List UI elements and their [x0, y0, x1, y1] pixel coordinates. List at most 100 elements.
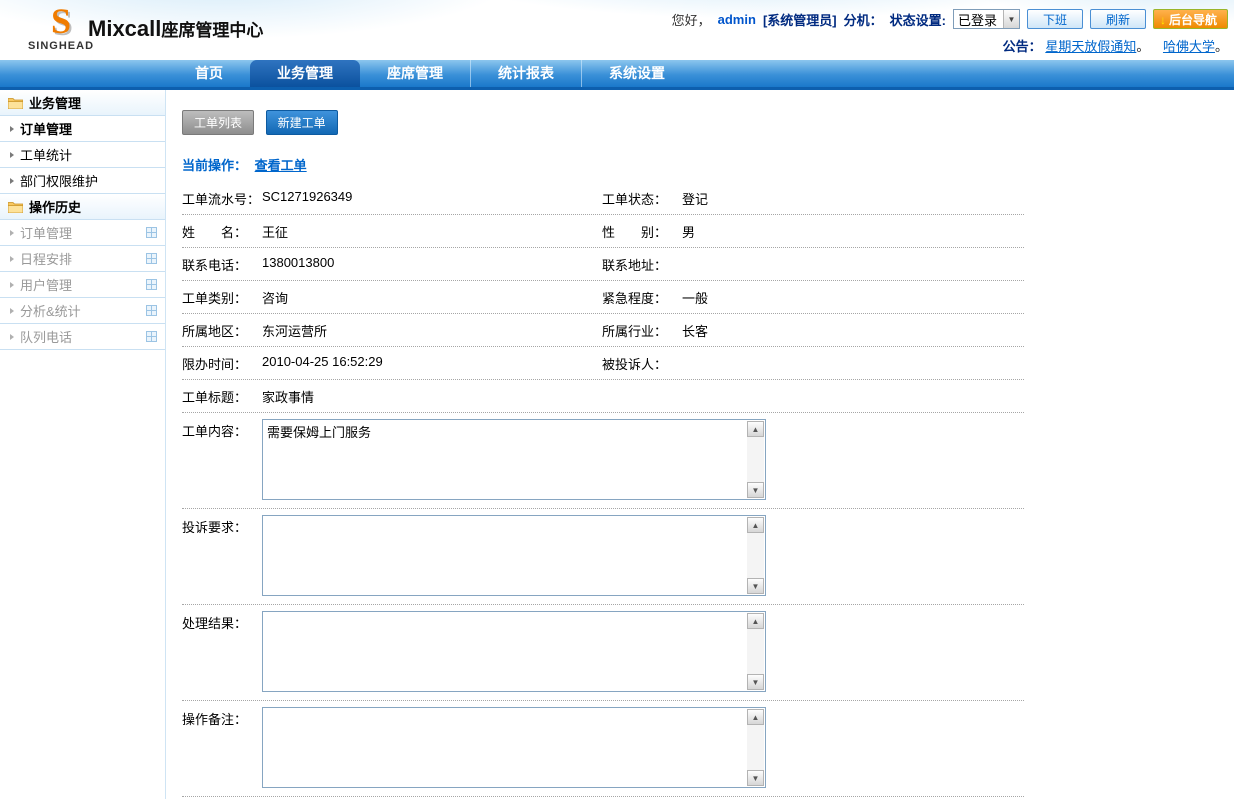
content-textarea[interactable]: 需要保姆上门服务 ▲ ▼: [262, 419, 766, 500]
status-dropdown[interactable]: 已登录 ▼: [953, 9, 1020, 29]
scroll-down-icon[interactable]: ▼: [747, 482, 764, 498]
announcement-label: 公告：: [1003, 39, 1042, 54]
result-textarea[interactable]: ▲ ▼: [262, 611, 766, 692]
sidebar-item-user-management[interactable]: 用户管理: [0, 272, 165, 298]
folder-icon: [8, 201, 23, 213]
status-dropdown-value: 已登录: [958, 10, 997, 29]
form-row-deadline-complainee: 限办时间：2010-04-25 16:52:29 被投诉人：: [182, 347, 1024, 380]
main-nav: 首页 业务管理 座席管理 统计报表 系统设置: [0, 60, 1234, 90]
announcement-bar: 公告： 星期天放假通知。 哈佛大学。: [672, 36, 1228, 54]
tab-statistics-reports[interactable]: 统计报表: [470, 60, 581, 87]
header: S SINGHEAD Mixcall座席管理中心 您好， admin [系统管理…: [0, 0, 1234, 60]
sidebar-section-business[interactable]: 业务管理: [0, 90, 165, 116]
offwork-button[interactable]: 下班: [1027, 9, 1083, 29]
sidebar-item-workorder-stats[interactable]: 工单统计: [0, 142, 165, 168]
scrollbar[interactable]: ▲ ▼: [747, 517, 764, 594]
scroll-down-icon[interactable]: ▼: [747, 674, 764, 690]
form-row-content: 工单内容： 需要保姆上门服务 ▲ ▼: [182, 413, 1024, 509]
triangle-bullet-icon: [10, 308, 14, 314]
tab-home[interactable]: 首页: [168, 60, 250, 87]
triangle-bullet-icon: [10, 256, 14, 262]
form-row-category-urgency: 工单类别：咨询 紧急程度：一般: [182, 281, 1024, 314]
sidebar-item-queue-calls[interactable]: 队列电话: [0, 324, 165, 350]
field-value-serial: SC1271926349: [262, 189, 602, 208]
header-right: 您好， admin [系统管理员] 分机： 状态设置: 已登录 ▼ 下班 刷新 …: [672, 8, 1228, 54]
grid-icon: [146, 253, 157, 264]
sidebar-item-order-management-2[interactable]: 订单管理: [0, 220, 165, 246]
sidebar-item-label: 部门权限维护: [20, 171, 98, 190]
field-label-industry: 所属行业：: [602, 321, 682, 340]
tab-seat-management[interactable]: 座席管理: [360, 60, 470, 87]
sidebar-item-label: 日程安排: [20, 249, 72, 268]
form-row-title: 工单标题：家政事情: [182, 380, 1024, 413]
field-label-complainee: 被投诉人：: [602, 354, 682, 373]
field-value-complainee: [682, 354, 1024, 373]
field-label-address: 联系地址：: [602, 255, 682, 274]
field-label-result: 处理结果：: [182, 611, 262, 692]
greeting-text: 您好，: [672, 10, 711, 29]
announcement-link-2[interactable]: 哈佛大学: [1163, 39, 1215, 54]
scroll-up-icon[interactable]: ▲: [747, 421, 764, 437]
main-content: 工单列表 新建工单 当前操作： 查看工单 工单流水号：SC1271926349 …: [166, 90, 1234, 799]
complaint-request-value: [267, 518, 743, 593]
scrollbar[interactable]: ▲ ▼: [747, 613, 764, 690]
field-label-status: 工单状态：: [602, 189, 682, 208]
workorder-list-button[interactable]: 工单列表: [182, 110, 254, 135]
scroll-down-icon[interactable]: ▼: [747, 770, 764, 786]
scroll-up-icon[interactable]: ▲: [747, 517, 764, 533]
sidebar-item-label: 订单管理: [20, 119, 72, 138]
backend-nav-label: 后台导航: [1169, 13, 1217, 27]
remark-textarea[interactable]: ▲ ▼: [262, 707, 766, 788]
remark-value: [267, 710, 743, 785]
sidebar: 业务管理 订单管理 工单统计 部门权限维护 操作历史 订单管理 日程安排: [0, 90, 166, 799]
scroll-up-icon[interactable]: ▲: [747, 613, 764, 629]
field-value-deadline: 2010-04-25 16:52:29: [262, 354, 602, 373]
user-role: [系统管理员]: [763, 10, 837, 29]
sidebar-item-schedule[interactable]: 日程安排: [0, 246, 165, 272]
field-value-name: 王征: [262, 222, 602, 241]
refresh-button[interactable]: 刷新: [1090, 9, 1146, 29]
field-label-region: 所属地区：: [182, 321, 262, 340]
form-row-complaint-request: 投诉要求： ▲ ▼: [182, 509, 1024, 605]
status-set-label: 状态设置:: [890, 10, 946, 29]
tab-system-settings[interactable]: 系统设置: [581, 60, 692, 87]
grid-icon: [146, 279, 157, 290]
field-label-name: 姓 名：: [182, 222, 262, 241]
user-status-bar: 您好， admin [系统管理员] 分机： 状态设置: 已登录 ▼ 下班 刷新 …: [672, 8, 1228, 30]
backend-nav-button[interactable]: ↓后台导航: [1153, 9, 1228, 29]
field-value-region: 东河运营所: [262, 321, 602, 340]
triangle-bullet-icon: [10, 178, 14, 184]
form-row-phone-address: 联系电话：1380013800 联系地址：: [182, 248, 1024, 281]
form-row-name-gender: 姓 名：王征 性 别：男: [182, 215, 1024, 248]
scrollbar[interactable]: ▲ ▼: [747, 421, 764, 498]
announcement-link-1[interactable]: 星期天放假通知: [1045, 39, 1136, 54]
field-value-industry: 长客: [682, 321, 1024, 340]
field-value-phone: 1380013800: [262, 255, 602, 274]
triangle-bullet-icon: [10, 334, 14, 340]
scrollbar[interactable]: ▲ ▼: [747, 709, 764, 786]
field-value-title: 家政事情: [262, 387, 1024, 406]
chevron-down-icon[interactable]: ▼: [1003, 10, 1019, 28]
logo-s-icon: S: [26, 2, 96, 40]
field-value-urgency: 一般: [682, 288, 1024, 307]
triangle-bullet-icon: [10, 282, 14, 288]
singhead-logo: S SINGHEAD: [26, 2, 96, 52]
field-label-serial: 工单流水号：: [182, 189, 262, 208]
field-label-content: 工单内容：: [182, 419, 262, 500]
folder-icon: [8, 97, 23, 109]
tab-business-management[interactable]: 业务管理: [250, 60, 360, 87]
scroll-up-icon[interactable]: ▲: [747, 709, 764, 725]
scroll-down-icon[interactable]: ▼: [747, 578, 764, 594]
grid-icon: [146, 305, 157, 316]
sidebar-item-analysis-stats[interactable]: 分析&统计: [0, 298, 165, 324]
triangle-bullet-icon: [10, 230, 14, 236]
sidebar-item-label: 工单统计: [20, 145, 72, 164]
new-workorder-button[interactable]: 新建工单: [266, 110, 338, 135]
sidebar-item-order-management[interactable]: 订单管理: [0, 116, 165, 142]
form-row-result: 处理结果： ▲ ▼: [182, 605, 1024, 701]
complaint-request-textarea[interactable]: ▲ ▼: [262, 515, 766, 596]
result-value: [267, 614, 743, 689]
sidebar-item-dept-permission[interactable]: 部门权限维护: [0, 168, 165, 194]
field-value-category: 咨询: [262, 288, 602, 307]
sidebar-section-history[interactable]: 操作历史: [0, 194, 165, 220]
